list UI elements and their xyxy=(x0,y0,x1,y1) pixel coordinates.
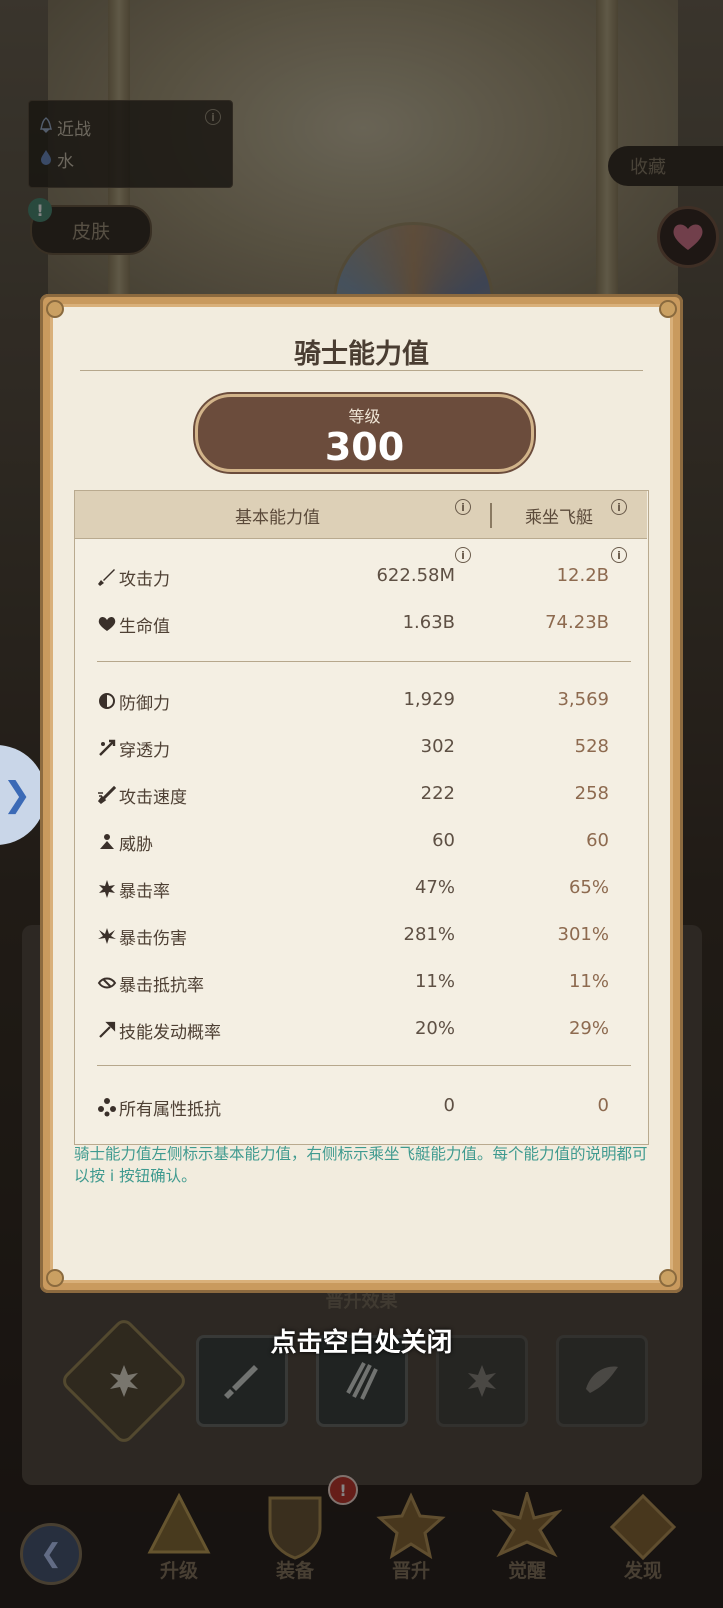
info-icon[interactable]: i xyxy=(611,499,627,515)
crit-rate-icon xyxy=(99,880,115,898)
stat-base-value: 47% xyxy=(414,877,455,898)
stat-ride-value: 11% xyxy=(568,971,609,992)
stats-table: 基本能力值 i 乘坐飞艇 i i i 攻击力 622.58M 12.2B 生命值… xyxy=(74,490,649,1145)
stat-name: 攻击力 xyxy=(119,570,170,590)
stat-row-all-resist: 所有属性抵抗 0 0 xyxy=(75,1087,647,1127)
stat-ride-value: 60 xyxy=(586,830,609,851)
title-divider xyxy=(80,370,643,371)
stat-base-value: 0 xyxy=(443,1095,455,1116)
corner-ornament xyxy=(659,300,677,318)
stat-name: 暴击抵抗率 xyxy=(119,976,204,996)
stat-base-value: 281% xyxy=(403,924,455,945)
column-header-base: 基本能力值 xyxy=(235,508,320,528)
stat-row-skill-trigger: 技能发动概率 20% 29% xyxy=(75,1010,647,1050)
close-hint: 点击空白处关闭 xyxy=(270,1328,453,1358)
crit-resist-icon xyxy=(97,977,117,989)
level-badge: 等级 300 xyxy=(195,394,534,472)
stat-name: 生命值 xyxy=(119,617,170,637)
stat-row-attack: 攻击力 622.58M 12.2B xyxy=(75,557,647,597)
stat-row-penetration: 穿透力 302 528 xyxy=(75,728,647,768)
stat-row-crit-rate: 暴击率 47% 65% xyxy=(75,869,647,909)
stat-row-crit-damage: 暴击伤害 281% 301% xyxy=(75,916,647,956)
heart-icon xyxy=(98,617,116,631)
level-value: 300 xyxy=(324,425,405,469)
stat-base-value: 302 xyxy=(420,736,455,757)
skill-trigger-icon xyxy=(99,1021,116,1038)
column-header-ride: 乘坐飞艇 xyxy=(525,508,593,528)
corner-ornament xyxy=(46,1269,64,1287)
modal-title: 骑士能力值 xyxy=(294,339,429,370)
stat-ride-value: 3,569 xyxy=(557,689,609,710)
stat-row-defense: 防御力 1,929 3,569 xyxy=(75,681,647,721)
stat-name: 暴击率 xyxy=(119,882,170,902)
stat-base-value: 11% xyxy=(414,971,455,992)
stat-ride-value: 12.2B xyxy=(556,565,609,586)
stat-name: 防御力 xyxy=(119,694,170,714)
info-icon[interactable]: i xyxy=(455,499,471,515)
stats-table-header: 基本能力值 i 乘坐飞艇 i xyxy=(75,491,647,539)
corner-ornament xyxy=(46,300,64,318)
stats-explanation-note: 骑士能力值左侧标示基本能力值，右侧标示乘坐飞艇能力值。每个能力值的说明都可以按 … xyxy=(74,1145,648,1185)
stat-ride-value: 65% xyxy=(568,877,609,898)
stat-base-value: 622.58M xyxy=(376,565,455,586)
stat-base-value: 222 xyxy=(420,783,455,804)
stat-name: 威胁 xyxy=(119,835,153,855)
stat-ride-value: 301% xyxy=(557,924,609,945)
stat-ride-value: 528 xyxy=(574,736,609,757)
pierce-icon xyxy=(99,739,116,756)
stat-name: 所有属性抵抗 xyxy=(119,1100,221,1120)
corner-ornament xyxy=(659,1269,677,1287)
stat-row-attack-speed: 攻击速度 222 258 xyxy=(75,775,647,815)
stat-ride-value: 258 xyxy=(574,783,609,804)
shield-half-icon xyxy=(99,693,115,709)
threat-icon xyxy=(100,834,114,849)
stat-ride-value: 0 xyxy=(597,1095,609,1116)
level-label: 等级 xyxy=(348,407,381,426)
knight-stats-modal: 骑士能力值 等级 300 基本能力值 i 乘坐飞艇 i i i 攻击力 622.… xyxy=(40,294,683,1293)
stat-ride-value: 74.23B xyxy=(545,612,609,633)
all-resist-icon xyxy=(98,1098,116,1117)
sword-icon xyxy=(98,569,115,586)
stat-base-value: 60 xyxy=(432,830,455,851)
stat-base-value: 1.63B xyxy=(402,612,455,633)
stat-name: 暴击伤害 xyxy=(119,929,187,949)
column-separator xyxy=(490,503,492,528)
section-divider xyxy=(97,1065,631,1066)
stat-name: 穿透力 xyxy=(119,741,170,761)
crit-damage-icon xyxy=(98,928,116,944)
attack-speed-icon xyxy=(97,785,117,805)
stat-row-hp: 生命值 1.63B 74.23B xyxy=(75,604,647,644)
stat-row-threat: 威胁 60 60 xyxy=(75,822,647,862)
stat-row-crit-resist: 暴击抵抗率 11% 11% xyxy=(75,963,647,1003)
stat-ride-value: 29% xyxy=(568,1018,609,1039)
stat-base-value: 1,929 xyxy=(403,689,455,710)
stat-name: 技能发动概率 xyxy=(119,1023,221,1043)
stat-name: 攻击速度 xyxy=(119,788,187,808)
stat-base-value: 20% xyxy=(414,1018,455,1039)
section-divider xyxy=(97,661,631,662)
